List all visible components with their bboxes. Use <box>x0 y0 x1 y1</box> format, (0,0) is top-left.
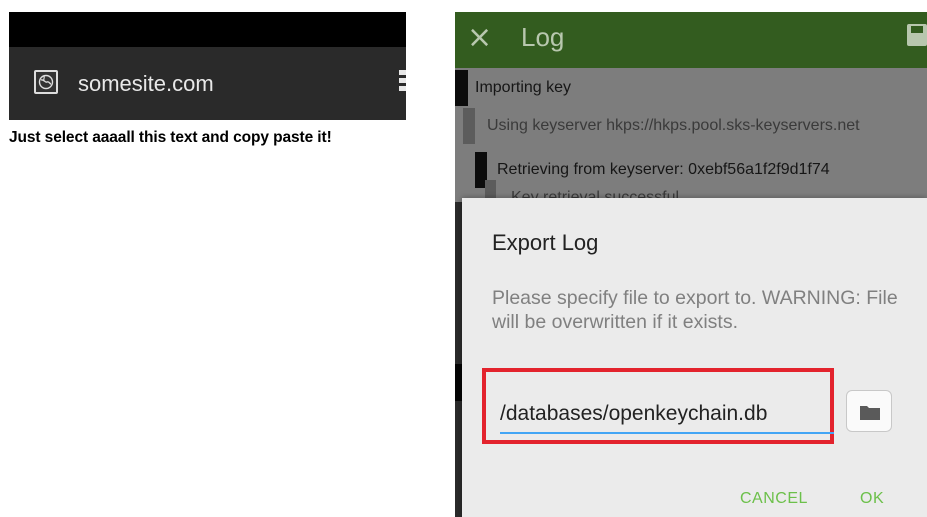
export-log-dialog: Export Log Please specify file to export… <box>462 198 927 517</box>
ok-button[interactable]: OK <box>860 490 884 508</box>
folder-icon <box>860 406 880 420</box>
close-icon[interactable]: × <box>467 20 492 56</box>
globe-icon <box>34 70 58 94</box>
log-indent-strip <box>455 202 462 517</box>
dialog-title: Export Log <box>492 230 599 255</box>
save-icon[interactable] <box>907 24 927 46</box>
log-entry: Importing key <box>455 70 927 106</box>
dialog-actions: CANCEL OK <box>462 490 927 517</box>
log-indent-mark <box>455 364 462 401</box>
url-text[interactable]: somesite.com <box>78 71 214 97</box>
input-underline <box>500 432 834 434</box>
browse-folder-button[interactable] <box>846 390 892 432</box>
overflow-menu-icon[interactable] <box>399 70 406 96</box>
log-entry-text: Using keyserver hkps://hkps.pool.sks-key… <box>487 117 860 134</box>
dialog-message: Please specify file to export to. WARNIN… <box>492 287 898 333</box>
app-screen: × Log Importing key Using keyserver hkps… <box>455 12 927 517</box>
log-entry-text: Importing key <box>475 79 572 96</box>
cancel-button[interactable]: CANCEL <box>740 490 808 508</box>
export-path-input[interactable] <box>500 398 834 430</box>
page-content: Just select aaaall this text and copy pa… <box>9 120 406 146</box>
status-bar <box>9 12 406 47</box>
toolbar-title: Log <box>521 22 565 52</box>
page-text: Just select aaaall this text and copy pa… <box>9 129 332 146</box>
log-entry: Using keyserver hkps://hkps.pool.sks-key… <box>455 108 927 144</box>
browser-window: somesite.com Just select aaaall this tex… <box>9 12 406 146</box>
toolbar: × Log <box>455 12 927 68</box>
url-bar[interactable]: somesite.com <box>9 47 406 120</box>
